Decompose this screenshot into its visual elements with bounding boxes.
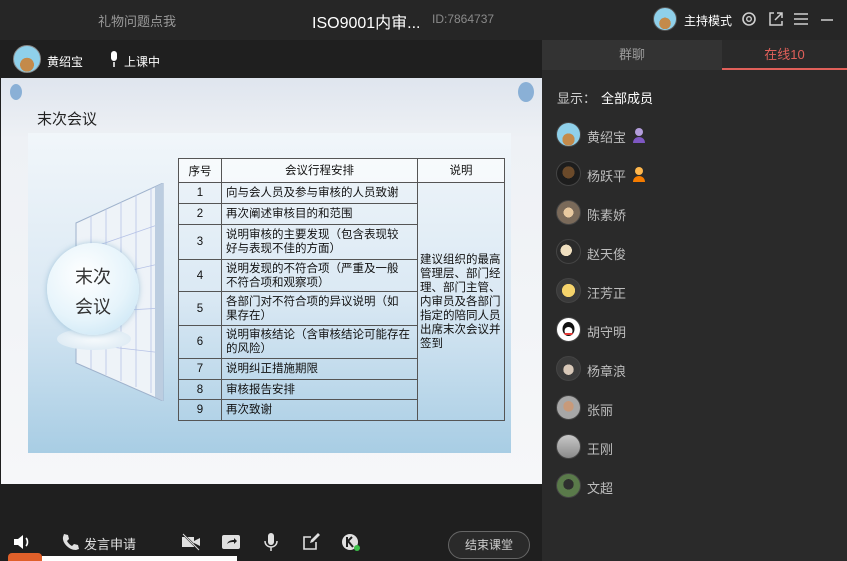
table-cell-no: 7 bbox=[178, 358, 222, 380]
avatar bbox=[556, 200, 581, 225]
menu-icon[interactable] bbox=[792, 10, 810, 28]
member-name: 胡守明 bbox=[587, 325, 627, 340]
table-cell-no: 6 bbox=[178, 325, 222, 359]
assistant-role-icon bbox=[632, 165, 646, 183]
avatar bbox=[556, 356, 581, 381]
room-id: ID:7864737 bbox=[432, 12, 495, 26]
table-header: 说明 bbox=[417, 158, 505, 183]
edit-icon[interactable] bbox=[301, 532, 321, 552]
table-cell-no: 8 bbox=[178, 379, 222, 400]
member-item[interactable]: 赵天俊 bbox=[556, 239, 836, 265]
member-item[interactable]: 杨章浪 bbox=[556, 356, 836, 382]
microphone-icon[interactable] bbox=[261, 532, 281, 552]
host-avatar[interactable] bbox=[653, 7, 677, 31]
avatar bbox=[556, 122, 581, 147]
member-name: 张丽 bbox=[587, 403, 614, 418]
qq-avatar-icon bbox=[556, 317, 581, 342]
bottom-toolbar: 发言申请 结束课堂 bbox=[0, 521, 542, 561]
member-name: 杨章浪 bbox=[587, 364, 627, 379]
teacher-avatar bbox=[13, 45, 41, 73]
stage-header: 黄绍宝 上课中 bbox=[0, 40, 542, 78]
member-item[interactable]: 文超 bbox=[556, 473, 836, 499]
table-cell-item: 说明审核结论（含审核结论可能存在的风险） bbox=[221, 325, 418, 359]
teacher-name: 黄绍宝 bbox=[47, 55, 84, 69]
table-cell-no: 4 bbox=[178, 259, 222, 292]
presentation-slide[interactable]: 末次会议 末次 会议 序号 会议行程安排 说明 1 向与会人员及参与审核的人员致… bbox=[1, 78, 542, 484]
table-cell-no: 5 bbox=[178, 291, 222, 326]
table-cell-item: 向与会人员及参与审核的人员致谢 bbox=[221, 182, 418, 204]
speaker-icon[interactable] bbox=[12, 532, 32, 552]
member-name: 王刚 bbox=[587, 442, 614, 457]
member-item[interactable]: 杨跃平 bbox=[556, 161, 836, 187]
table-header: 会议行程安排 bbox=[221, 158, 418, 183]
avatar bbox=[556, 473, 581, 498]
table-cell-item: 审核报告安排 bbox=[221, 379, 418, 400]
table-cell-item: 再次致谢 bbox=[221, 399, 418, 421]
table-cell-no: 3 bbox=[178, 224, 222, 260]
host-mode-label[interactable]: 主持模式 bbox=[684, 12, 732, 29]
settings-icon[interactable] bbox=[740, 10, 758, 28]
slide-title: 末次会议 bbox=[37, 111, 98, 128]
table-cell-no: 1 bbox=[178, 182, 222, 204]
member-name: 陈素娇 bbox=[587, 208, 627, 223]
circle-text-line1: 末次 bbox=[75, 267, 111, 287]
drop-decoration-icon bbox=[518, 82, 534, 102]
title-bar: 礼物问题点我 ISO9001内审... ID:7864737 主持模式 bbox=[0, 0, 847, 40]
taskbar-app-icon[interactable] bbox=[8, 553, 42, 561]
avatar bbox=[556, 278, 581, 303]
table-cell-item: 说明发现的不符合项（严重及一般 不符合项和观察项） bbox=[221, 259, 418, 292]
member-item[interactable]: 王刚 bbox=[556, 434, 836, 460]
tab-online-members[interactable]: 在线10 bbox=[722, 40, 847, 70]
table-cell-item: 说明审核的主要发现（包含表现较 好与表现不佳的方面） bbox=[221, 224, 418, 260]
member-item[interactable]: 黄绍宝 bbox=[556, 122, 836, 148]
k-app-icon[interactable] bbox=[341, 532, 361, 552]
mic-icon bbox=[108, 50, 120, 68]
class-status: 上课中 bbox=[124, 55, 161, 69]
table-cell-item: 再次阐述审核目的和范围 bbox=[221, 203, 418, 225]
member-name: 赵天俊 bbox=[587, 247, 627, 262]
gift-help-link[interactable]: 礼物问题点我 bbox=[98, 11, 176, 30]
member-item[interactable]: 张丽 bbox=[556, 395, 836, 421]
avatar bbox=[556, 239, 581, 264]
phone-icon[interactable] bbox=[60, 532, 80, 552]
member-name: 汪芳正 bbox=[587, 286, 627, 301]
minimize-icon[interactable] bbox=[818, 10, 836, 28]
agenda-table: 序号 会议行程安排 说明 1 向与会人员及参与审核的人员致谢 建议组织的最高管理… bbox=[178, 158, 505, 421]
screen-share-icon[interactable] bbox=[221, 532, 241, 552]
teacher-role-icon bbox=[632, 126, 646, 144]
tab-group-chat[interactable]: 群聊 bbox=[542, 40, 722, 70]
member-name: 黄绍宝 bbox=[587, 130, 627, 145]
taskbar-strip bbox=[42, 556, 237, 561]
side-tabs: 群聊 在线10 bbox=[542, 40, 847, 70]
filter-label: 显示： bbox=[557, 91, 597, 106]
avatar bbox=[556, 161, 581, 186]
avatar bbox=[556, 434, 581, 459]
drop-decoration-icon bbox=[10, 84, 22, 100]
speak-request-button[interactable]: 发言申请 bbox=[84, 534, 136, 553]
table-cell-no: 9 bbox=[178, 399, 222, 421]
room-title: ISO9001内审... bbox=[312, 15, 421, 32]
table-cell-item: 说明纠正措施期限 bbox=[221, 358, 418, 380]
member-name: 杨跃平 bbox=[587, 169, 627, 184]
member-item[interactable]: 陈素娇 bbox=[556, 200, 836, 226]
table-cell-note: 建议组织的最高管理层、部门经理、部门主管、内审员及各部门指定的陪同人员出席末次会… bbox=[417, 182, 505, 421]
camera-off-icon[interactable] bbox=[181, 532, 201, 552]
end-class-button[interactable]: 结束课堂 bbox=[448, 531, 530, 559]
table-cell-item: 各部门对不符合项的异议说明（如 果存在） bbox=[221, 291, 418, 326]
table-header: 序号 bbox=[178, 158, 222, 183]
table-cell-no: 2 bbox=[178, 203, 222, 225]
popout-icon[interactable] bbox=[767, 10, 785, 28]
circle-text-line2: 会议 bbox=[75, 297, 111, 317]
member-item[interactable]: 汪芳正 bbox=[556, 278, 836, 304]
member-name: 文超 bbox=[587, 481, 614, 496]
title-circle: 末次 会议 bbox=[47, 243, 139, 335]
avatar bbox=[556, 395, 581, 420]
classroom-app: 礼物问题点我 ISO9001内审... ID:7864737 主持模式 黄绍宝 … bbox=[0, 0, 847, 561]
member-filter-dropdown[interactable]: 全部成员 bbox=[601, 88, 653, 107]
member-item[interactable]: 胡守明 bbox=[556, 317, 836, 343]
side-panel: 群聊 在线10 显示： 全部成员 黄绍宝 杨跃平 陈素娇 赵天俊 汪芳正 胡守明… bbox=[542, 40, 847, 561]
